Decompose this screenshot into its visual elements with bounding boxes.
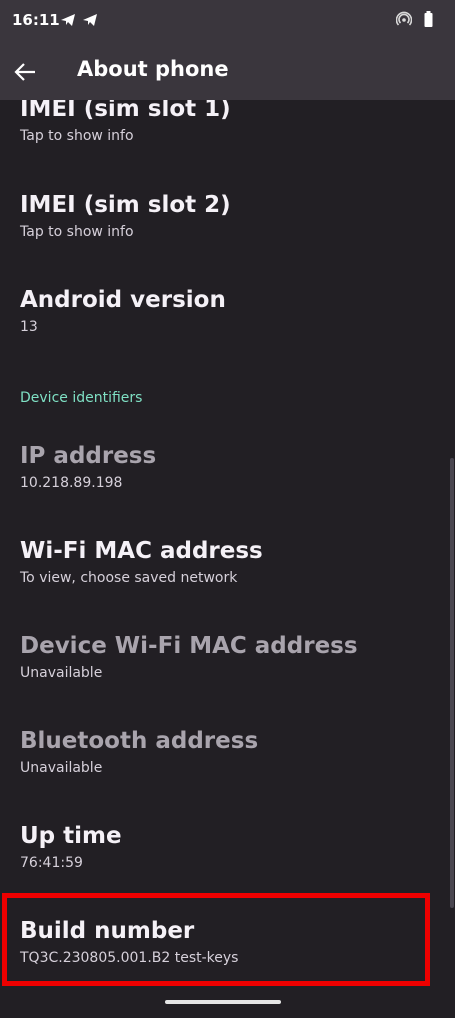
item-title: Bluetooth address [20,728,259,754]
item-subtitle: 10.218.89.198 [20,475,123,491]
item-title: Device Wi-Fi MAC address [20,633,358,659]
item-subtitle: Unavailable [20,760,103,776]
list-item-device-wifi-mac-address: Device Wi-Fi MAC address Unavailable [20,633,435,681]
arrow-back-icon [14,63,35,81]
item-subtitle: Tap to show info [20,128,134,144]
highlight-box [2,893,430,986]
item-subtitle: Unavailable [20,665,103,681]
item-subtitle: 13 [20,319,38,335]
battery-icon [424,11,433,31]
status-bar: 16:11 [0,0,455,44]
home-indicator[interactable] [165,1000,281,1004]
item-subtitle: To view, choose saved network [20,570,238,586]
item-title: Up time [20,823,122,849]
page-title: About phone [77,57,229,81]
list-item-imei-slot-2[interactable]: IMEI (sim slot 2) Tap to show info [20,192,435,240]
settings-list[interactable]: IMEI (sim slot 1) Tap to show info IMEI … [0,100,455,1018]
telegram-icon [82,12,98,32]
status-system-icons [395,11,433,31]
back-button[interactable] [10,58,40,86]
item-title: Android version [20,287,226,313]
telegram-icon [60,12,76,32]
list-item-bluetooth-address: Bluetooth address Unavailable [20,728,435,776]
app-bar: About phone [0,44,455,100]
item-title: IP address [20,443,157,469]
list-item-ip-address: IP address 10.218.89.198 [20,443,435,491]
status-notification-icons [60,12,98,32]
item-title: Wi-Fi MAC address [20,538,263,564]
status-time: 16:11 [12,11,60,29]
list-item-wifi-mac-address[interactable]: Wi-Fi MAC address To view, choose saved … [20,538,435,586]
item-title: IMEI (sim slot 1) [20,100,231,122]
item-subtitle: 76:41:59 [20,855,83,871]
list-item-imei-slot-1[interactable]: IMEI (sim slot 1) Tap to show info [20,100,435,144]
list-item-android-version[interactable]: Android version 13 [20,287,435,335]
item-subtitle: Tap to show info [20,224,134,240]
scrollbar[interactable] [450,458,454,908]
item-title: IMEI (sim slot 2) [20,192,231,218]
hotspot-icon [395,11,413,31]
list-item-up-time[interactable]: Up time 76:41:59 [20,823,435,871]
section-header-device-identifiers: Device identifiers [20,390,143,406]
